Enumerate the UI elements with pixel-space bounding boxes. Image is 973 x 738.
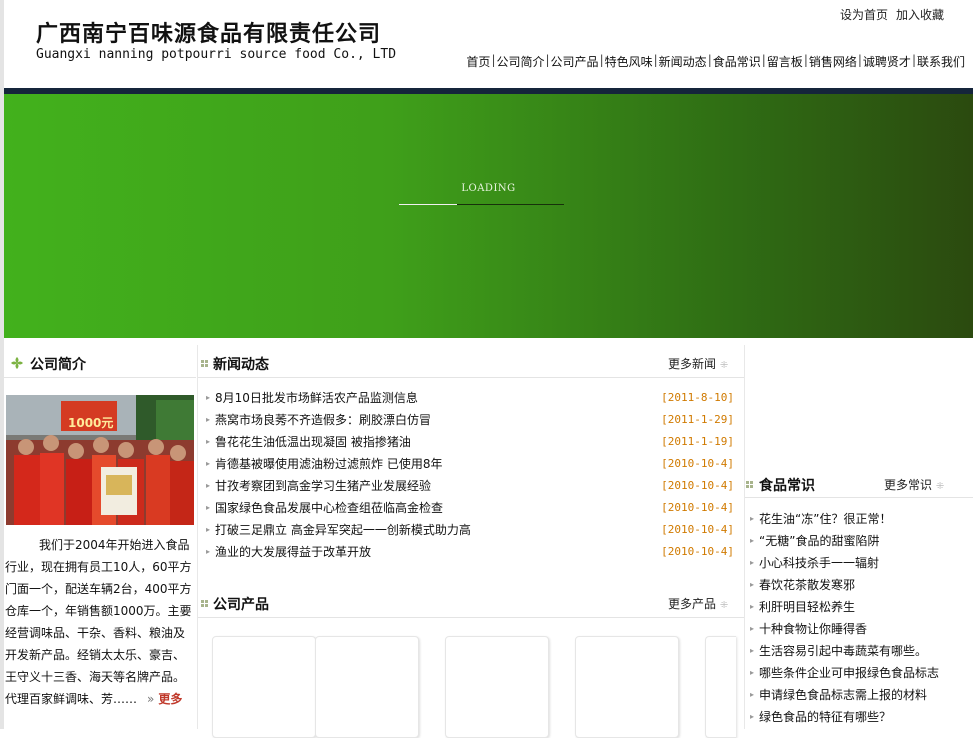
top-links: 设为首页 加入收藏	[840, 6, 944, 23]
knowledge-divider	[745, 497, 973, 498]
about-text: 我们于2004年开始进入食品行业，现在拥有员工10人，60平方门面一个，配送车辆…	[5, 534, 195, 710]
add-favorite-link[interactable]: 加入收藏	[896, 6, 944, 23]
news-item[interactable]: 渔业的大发展得益于改革开放 [2010-10-4]	[206, 542, 734, 564]
company-name-cn: 广西南宁百味源食品有限责任公司	[36, 21, 382, 47]
knowledge-item[interactable]: 申请绿色食品标志需上报的材料	[750, 684, 970, 706]
news-item-date: [2011-8-10]	[661, 391, 734, 404]
product-card[interactable]	[575, 636, 679, 738]
news-item-date: [2011-1-29]	[661, 413, 734, 426]
column-divider-left	[197, 345, 198, 729]
nav-item-knowledge[interactable]: 食品常识	[713, 53, 761, 70]
news-item-title: 打破三足鼎立 高金异军突起一一创新模式助力高	[206, 520, 471, 542]
main-nav: 首页 | 公司简介 | 公司产品 | 特色风味 | 新闻动态 | 食品常识 | …	[466, 53, 965, 70]
news-item-date: [2011-1-19]	[661, 435, 734, 448]
product-card[interactable]	[445, 636, 549, 738]
nav-item-jobs[interactable]: 诚聘贤才	[863, 53, 911, 70]
news-item-date: [2010-10-4]	[661, 545, 734, 558]
knowledge-item[interactable]: 绿色食品的特征有哪些？	[750, 706, 970, 728]
knowledge-more-label: 更多常识	[884, 478, 933, 492]
loading-text: LOADING	[461, 183, 516, 194]
news-section-title: 新闻动态	[213, 357, 269, 373]
dotted-square-icon: ⁜	[935, 481, 945, 492]
product-card[interactable]	[705, 636, 736, 738]
news-more-label: 更多新闻	[668, 357, 717, 371]
knowledge-item[interactable]: “无糖”食品的甜蜜陷阱	[750, 530, 970, 552]
knowledge-more-link[interactable]: 更多常识 ⁜	[884, 476, 944, 493]
products-more-link[interactable]: 更多产品 ⁜	[668, 595, 728, 612]
knowledge-item[interactable]: 花生油“冻”住？很正常！	[750, 508, 970, 530]
dotted-square-icon: ⁜	[719, 600, 729, 611]
photo-sign-text: 1000元	[68, 416, 113, 430]
news-item[interactable]: 打破三足鼎立 高金异军突起一一创新模式助力高 [2010-10-4]	[206, 520, 734, 542]
news-item[interactable]: 甘孜考察团到高金学习生猪产业发展经验 [2010-10-4]	[206, 476, 734, 498]
product-card[interactable]	[212, 636, 316, 738]
knowledge-item[interactable]: 哪些条件企业可申报绿色食品标志	[750, 662, 970, 684]
nav-item-guestbook[interactable]: 留言板	[767, 53, 803, 70]
news-item-title: 渔业的大发展得益于改革开放	[206, 542, 371, 564]
news-item-title: 燕窝市场良莠不齐造假多：刷胶漂白仿冒	[206, 410, 431, 432]
about-more-label: 更多	[158, 692, 183, 706]
knowledge-item[interactable]: 春饮花茶散发寒邪	[750, 574, 970, 596]
news-divider	[198, 377, 744, 378]
news-item[interactable]: 国家绿色食品发展中心检查组莅临高金检查 [2010-10-4]	[206, 498, 734, 520]
leaf-icon	[11, 357, 23, 369]
about-divider	[4, 377, 196, 378]
square-grid-icon	[746, 481, 753, 488]
news-more-link[interactable]: 更多新闻 ⁜	[668, 355, 728, 372]
products-divider	[198, 617, 744, 618]
nav-item-contact[interactable]: 联系我们	[917, 53, 965, 70]
nav-item-about[interactable]: 公司简介	[496, 53, 544, 70]
about-photo: 1000元	[6, 395, 194, 525]
about-section-title: 公司简介	[30, 357, 86, 373]
products-section-title: 公司产品	[213, 597, 269, 613]
news-item-date: [2010-10-4]	[661, 523, 734, 536]
news-item-title: 鲁花花生油低温出现凝固 被指掺猪油	[206, 432, 411, 454]
loading-progress-bar	[399, 204, 564, 205]
products-more-label: 更多产品	[668, 597, 717, 611]
knowledge-list: 花生油“冻”住？很正常！ “无糖”食品的甜蜜陷阱 小心科技杀手一一辐射 春饮花茶…	[750, 508, 970, 728]
nav-item-products[interactable]: 公司产品	[551, 53, 599, 70]
news-item-title: 肯德基被曝使用滤油粉过滤煎炸 已使用8年	[206, 454, 442, 476]
square-grid-icon	[201, 600, 208, 607]
news-item[interactable]: 燕窝市场良莠不齐造假多：刷胶漂白仿冒 [2011-1-29]	[206, 410, 734, 432]
chevron-right-icon: »	[147, 692, 155, 706]
news-item[interactable]: 鲁花花生油低温出现凝固 被指掺猪油 [2011-1-19]	[206, 432, 734, 454]
news-item-date: [2010-10-4]	[661, 457, 734, 470]
about-more-link[interactable]: » 更多	[137, 692, 182, 706]
knowledge-item[interactable]: 十种食物让你睡得香	[750, 618, 970, 640]
news-item-date: [2010-10-4]	[661, 479, 734, 492]
nav-item-home[interactable]: 首页	[466, 53, 490, 70]
news-item-title: 8月10日批发市场鲜活农产品监测信息	[206, 388, 418, 410]
news-list: 8月10日批发市场鲜活农产品监测信息 [2011-8-10] 燕窝市场良莠不齐造假…	[206, 388, 734, 564]
about-description: 我们于2004年开始进入食品行业，现在拥有员工10人，60平方门面一个，配送车辆…	[5, 538, 192, 706]
news-item-title: 国家绿色食品发展中心检查组莅临高金检查	[206, 498, 443, 520]
banner: LOADING	[4, 94, 973, 338]
nav-item-news[interactable]: 新闻动态	[659, 53, 707, 70]
loading-progress-fill	[399, 204, 457, 205]
news-item-date: [2010-10-4]	[661, 501, 734, 514]
knowledge-section-title: 食品常识	[759, 478, 815, 494]
company-name-en: Guangxi nanning potpourri source food Co…	[36, 47, 397, 62]
nav-item-flavors[interactable]: 特色风味	[605, 53, 653, 70]
knowledge-item[interactable]: 小心科技杀手一一辐射	[750, 552, 970, 574]
nav-item-sales-network[interactable]: 销售网络	[809, 53, 857, 70]
product-card[interactable]	[315, 636, 419, 738]
square-grid-icon	[201, 360, 208, 367]
news-item[interactable]: 8月10日批发市场鲜活农产品监测信息 [2011-8-10]	[206, 388, 734, 410]
knowledge-item[interactable]: 利肝明目轻松养生	[750, 596, 970, 618]
dotted-square-icon: ⁜	[719, 360, 729, 371]
set-homepage-link[interactable]: 设为首页	[840, 6, 888, 23]
news-item-title: 甘孜考察团到高金学习生猪产业发展经验	[206, 476, 431, 498]
news-item[interactable]: 肯德基被曝使用滤油粉过滤煎炸 已使用8年 [2010-10-4]	[206, 454, 734, 476]
knowledge-item[interactable]: 生活容易引起中毒蔬菜有哪些。	[750, 640, 970, 662]
column-divider-right	[744, 345, 745, 729]
